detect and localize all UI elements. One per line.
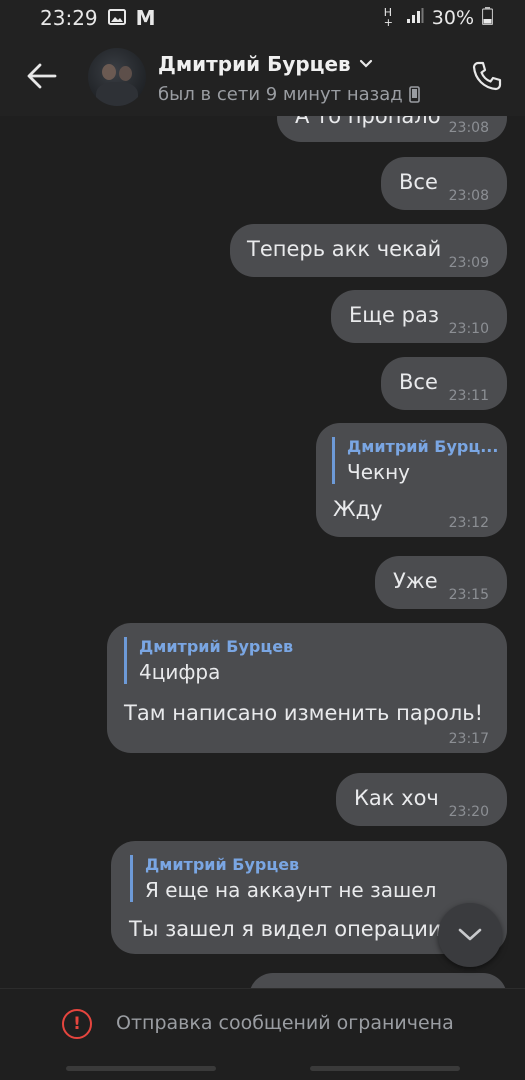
message-bubble[interactable]: Уже 23:15 (375, 556, 507, 609)
message-time: 23:08 (448, 188, 489, 204)
reply-author: Дмитрий Бурцев (139, 637, 294, 656)
message-bubble[interactable] (249, 973, 507, 988)
message-time: 23:10 (448, 321, 489, 337)
message-bubble[interactable]: Все 23:11 (381, 357, 507, 410)
back-button[interactable] (22, 56, 62, 96)
reply-author: Дмитрий Бурцев (145, 855, 300, 874)
nav-handle[interactable] (66, 1066, 216, 1071)
message-text: А то пропало (295, 116, 441, 128)
message-bubble[interactable]: Теперь акк чекай 23:09 (230, 224, 507, 277)
status-bar: 23:29 M H+ 30% (0, 0, 525, 36)
reply-text: Я еще на аккаунт не зашел (145, 878, 437, 902)
message-text: Все (399, 370, 438, 394)
message-time: 23:11 (448, 388, 489, 404)
message-bubble[interactable]: Как хоч 23:20 (336, 773, 507, 826)
reply-quote[interactable]: Дмитрий Бурцев 4цифра (124, 637, 293, 684)
phone-icon (472, 61, 502, 91)
message-bubble[interactable]: Еще раз 23:10 (331, 290, 507, 343)
arrow-left-icon (27, 63, 57, 89)
message-time: 23:20 (448, 804, 489, 820)
reply-text: 4цифра (139, 660, 221, 684)
message-text: Как хоч (354, 786, 439, 810)
message-text: Жду (333, 497, 383, 521)
signal-icon (406, 7, 424, 29)
scroll-down-button[interactable] (438, 903, 502, 967)
status-time: 23:29 (40, 6, 98, 30)
message-time: 23:17 (448, 731, 489, 747)
contact-name: Дмитрий Бурцев (158, 52, 351, 76)
warning-icon: ! (62, 1009, 92, 1039)
network-type: H+ (383, 6, 393, 29)
gallery-icon (107, 6, 126, 30)
call-button[interactable] (467, 56, 507, 96)
message-list[interactable]: А то пропало 23:08 Все 23:08 Теперь акк … (0, 116, 525, 988)
mobile-icon (408, 86, 420, 103)
message-bubble[interactable]: А то пропало 23:08 (277, 116, 507, 142)
battery-percent: 30% (431, 7, 474, 29)
avatar[interactable] (88, 48, 146, 106)
message-text: Все (399, 170, 438, 194)
message-text: Теперь акк чекай (247, 237, 442, 261)
message-bubble[interactable]: Все 23:08 (381, 157, 507, 210)
chat-screen: 23:29 M H+ 30% Дмитрий Бурцев был в сети… (0, 0, 525, 1080)
message-time: 23:08 (448, 120, 489, 136)
message-bubble[interactable]: Дмитрий Бурц... Чекну Жду 23:12 (316, 423, 507, 537)
message-text: Ты зашел я видел операции (129, 917, 442, 941)
contact-name-row[interactable]: Дмитрий Бурцев (158, 52, 373, 76)
nav-handle[interactable] (310, 1066, 460, 1071)
reply-text: Чекну (347, 460, 411, 484)
message-time: 23:15 (448, 587, 489, 603)
last-seen-text: был в сети 9 минут назад (158, 84, 403, 105)
message-text: Там написано изменить пароль! (124, 701, 484, 725)
message-time: 23:12 (448, 515, 489, 531)
battery-icon (481, 6, 494, 30)
reply-quote[interactable]: Дмитрий Бурц... Чекну (332, 437, 499, 484)
message-text: Уже (393, 569, 438, 593)
chevron-down-icon (359, 59, 372, 68)
message-time: 23:09 (448, 255, 489, 271)
navigation-bar (0, 1058, 525, 1080)
restriction-text: Отправка сообщений ограничена (116, 1012, 454, 1034)
restriction-bar: ! Отправка сообщений ограничена (0, 988, 525, 1058)
message-text: Еще раз (349, 303, 440, 327)
reply-quote[interactable]: Дмитрий Бурцев Я еще на аккаунт не зашел (130, 855, 436, 902)
mail-icon: M (135, 6, 156, 30)
chevron-down-icon (458, 928, 482, 941)
chat-header: Дмитрий Бурцев был в сети 9 минут назад (0, 36, 525, 116)
contact-status-row: был в сети 9 минут назад (158, 84, 420, 105)
reply-author: Дмитрий Бурц... (347, 437, 499, 456)
message-bubble[interactable]: Дмитрий Бурцев 4цифра Там написано измен… (107, 623, 507, 753)
